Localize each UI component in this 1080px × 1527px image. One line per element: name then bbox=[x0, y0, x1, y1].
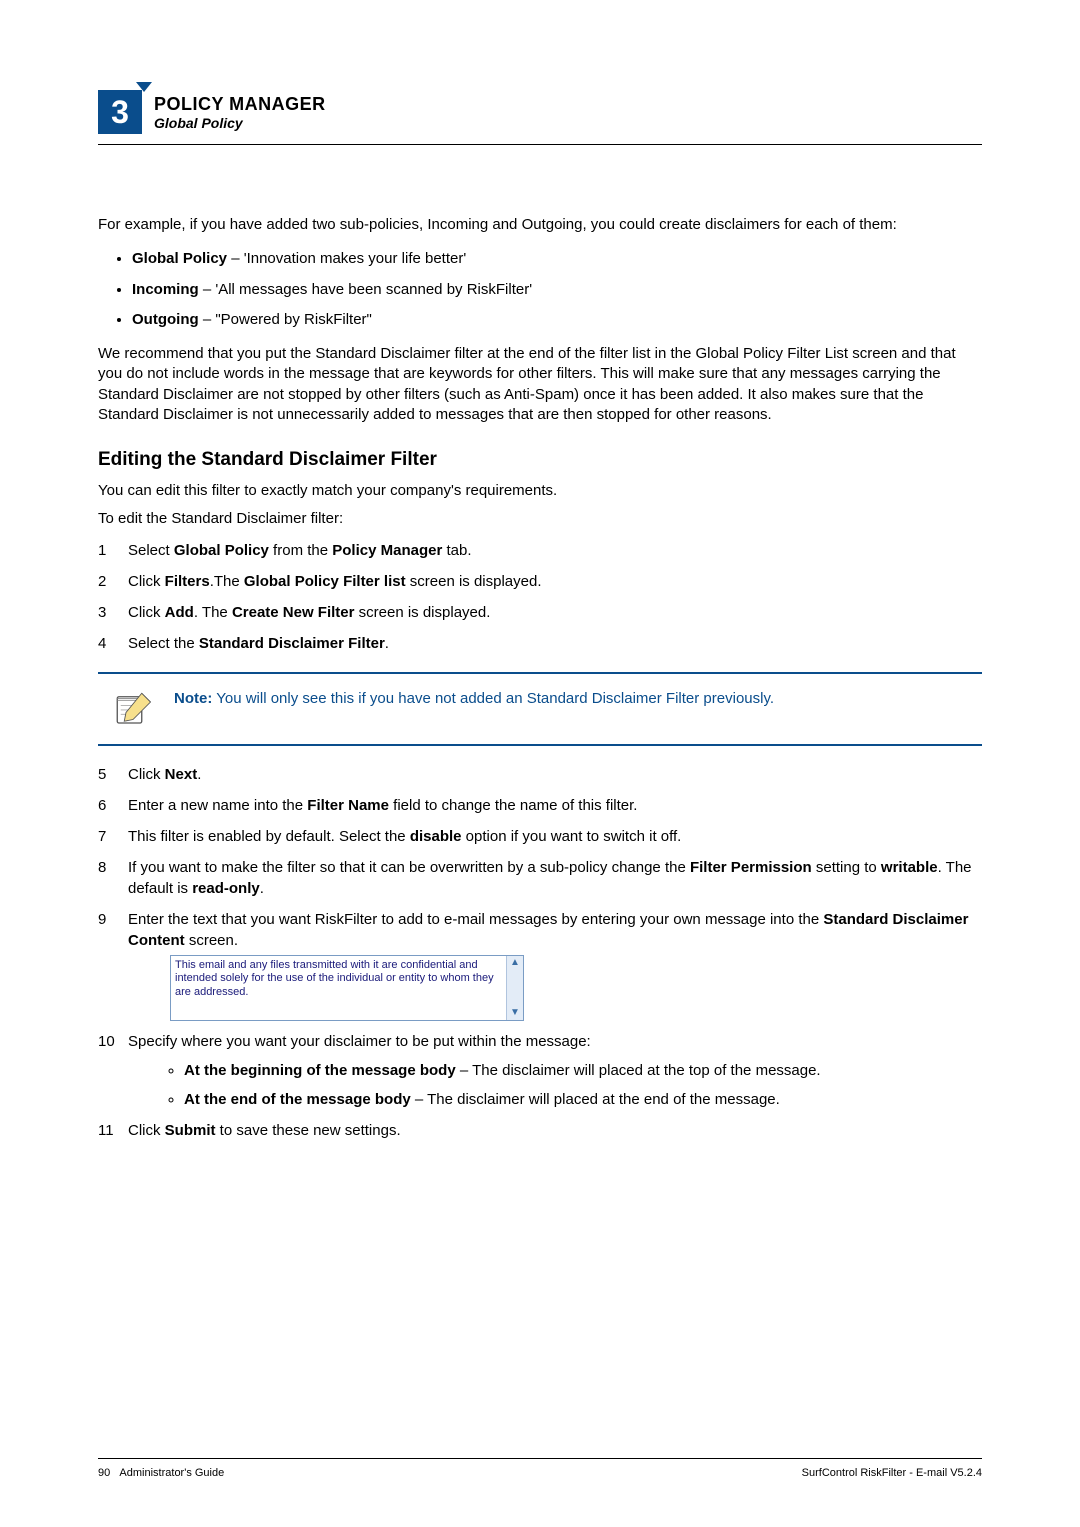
page-header: 3 POLICY MANAGER Global Policy bbox=[98, 90, 982, 145]
t: Specify where you want your disclaimer t… bbox=[128, 1033, 591, 1050]
item-bold: Global Policy bbox=[132, 250, 227, 267]
intro-paragraph: For example, if you have added two sub-p… bbox=[98, 215, 982, 235]
t: . bbox=[260, 880, 264, 897]
steps-list-b: Click Next. Enter a new name into the Fi… bbox=[98, 764, 982, 1141]
t: If you want to make the filter so that i… bbox=[128, 859, 690, 876]
t: from the bbox=[269, 542, 332, 559]
header-subtitle: Global Policy bbox=[154, 115, 326, 131]
section-intro: You can edit this filter to exactly matc… bbox=[98, 481, 982, 501]
item-text: – 'All messages have been scanned by Ris… bbox=[199, 281, 532, 298]
t: Standard Disclaimer Filter bbox=[199, 635, 385, 652]
t: Next bbox=[165, 766, 198, 783]
t: This filter is enabled by default. Selec… bbox=[128, 828, 410, 845]
t: Policy Manager bbox=[332, 542, 442, 559]
scroll-down-icon: ▼ bbox=[510, 1006, 520, 1020]
list-item: Incoming – 'All messages have been scann… bbox=[132, 280, 982, 300]
step-item: This filter is enabled by default. Selec… bbox=[98, 826, 982, 847]
t: . The bbox=[194, 604, 232, 621]
note-label: Note: bbox=[174, 690, 212, 707]
footer-left: Administrator's Guide bbox=[119, 1467, 224, 1479]
t: Submit bbox=[165, 1122, 216, 1139]
note-text: Note: You will only see this if you have… bbox=[174, 688, 774, 707]
t: screen. bbox=[185, 932, 238, 949]
list-item: Outgoing – "Powered by RiskFilter" bbox=[132, 310, 982, 330]
t: screen is displayed. bbox=[354, 604, 490, 621]
t: Click bbox=[128, 573, 165, 590]
list-item: At the beginning of the message body – T… bbox=[184, 1060, 982, 1081]
item-bold: Incoming bbox=[132, 281, 199, 298]
t: screen is displayed. bbox=[406, 573, 542, 590]
step-item: Click Next. bbox=[98, 764, 982, 785]
step-item: Click Submit to save these new settings. bbox=[98, 1120, 982, 1141]
t: read-only bbox=[192, 880, 260, 897]
bookmark-icon bbox=[136, 82, 152, 98]
t: Click bbox=[128, 604, 165, 621]
t: writable bbox=[881, 859, 938, 876]
t: Global Policy Filter list bbox=[244, 573, 406, 590]
t: Click bbox=[128, 1122, 165, 1139]
t: Global Policy bbox=[174, 542, 269, 559]
step-item: Select the Standard Disclaimer Filter. bbox=[98, 633, 982, 654]
page-number: 90 bbox=[98, 1467, 110, 1479]
footer-right: SurfControl RiskFilter - E-mail V5.2.4 bbox=[802, 1467, 982, 1479]
t: to save these new settings. bbox=[216, 1122, 401, 1139]
placement-options-list: At the beginning of the message body – T… bbox=[128, 1060, 982, 1110]
t: disable bbox=[410, 828, 462, 845]
step-item: Select Global Policy from the Policy Man… bbox=[98, 540, 982, 561]
section-heading: Editing the Standard Disclaimer Filter bbox=[98, 449, 982, 471]
t: Select the bbox=[128, 635, 199, 652]
disclaimer-examples-list: Global Policy – 'Innovation makes your l… bbox=[98, 249, 982, 330]
scroll-up-icon: ▲ bbox=[510, 956, 520, 970]
t: option if you want to switch it off. bbox=[462, 828, 682, 845]
t: tab. bbox=[442, 542, 471, 559]
disclaimer-textarea-figure: This email and any files transmitted wit… bbox=[170, 955, 524, 1021]
t: Click bbox=[128, 766, 165, 783]
t: – The disclaimer will placed at the top … bbox=[456, 1062, 821, 1079]
scrollbar: ▲ ▼ bbox=[506, 956, 523, 1020]
step-item: Click Filters.The Global Policy Filter l… bbox=[98, 571, 982, 592]
t: At the beginning of the message body bbox=[184, 1062, 456, 1079]
t: Select bbox=[128, 542, 174, 559]
item-text: – 'Innovation makes your life better' bbox=[227, 250, 466, 267]
page-footer: 90 Administrator's Guide SurfControl Ris… bbox=[98, 1458, 982, 1479]
t: Enter a new name into the bbox=[128, 797, 307, 814]
t: field to change the name of this filter. bbox=[389, 797, 637, 814]
step-item: Enter a new name into the Filter Name fi… bbox=[98, 795, 982, 816]
step-item: If you want to make the filter so that i… bbox=[98, 857, 982, 899]
recommendation-paragraph: We recommend that you put the Standard D… bbox=[98, 344, 982, 425]
item-text: – "Powered by RiskFilter" bbox=[199, 311, 372, 328]
t: Filters bbox=[165, 573, 210, 590]
list-item: Global Policy – 'Innovation makes your l… bbox=[132, 249, 982, 269]
t: . bbox=[385, 635, 389, 652]
header-title: POLICY MANAGER bbox=[154, 94, 326, 115]
t: Add bbox=[165, 604, 194, 621]
note-block: Note: You will only see this if you have… bbox=[98, 672, 982, 746]
t: Enter the text that you want RiskFilter … bbox=[128, 911, 823, 928]
t: . bbox=[197, 766, 201, 783]
t: – The disclaimer will placed at the end … bbox=[411, 1091, 780, 1108]
steps-list-a: Select Global Policy from the Policy Man… bbox=[98, 540, 982, 654]
step-item: Enter the text that you want RiskFilter … bbox=[98, 909, 982, 1021]
lead-in: To edit the Standard Disclaimer filter: bbox=[98, 509, 982, 529]
t: Filter Name bbox=[307, 797, 389, 814]
t: .The bbox=[210, 573, 244, 590]
note-body: You will only see this if you have not a… bbox=[212, 690, 774, 707]
t: Filter Permission bbox=[690, 859, 812, 876]
step-item: Specify where you want your disclaimer t… bbox=[98, 1031, 982, 1110]
list-item: At the end of the message body – The dis… bbox=[184, 1089, 982, 1110]
step-item: Click Add. The Create New Filter screen … bbox=[98, 602, 982, 623]
textarea-content: This email and any files transmitted wit… bbox=[171, 956, 506, 1020]
item-bold: Outgoing bbox=[132, 311, 199, 328]
t: Create New Filter bbox=[232, 604, 355, 621]
notepad-icon bbox=[112, 688, 154, 730]
t: setting to bbox=[812, 859, 881, 876]
t: At the end of the message body bbox=[184, 1091, 411, 1108]
